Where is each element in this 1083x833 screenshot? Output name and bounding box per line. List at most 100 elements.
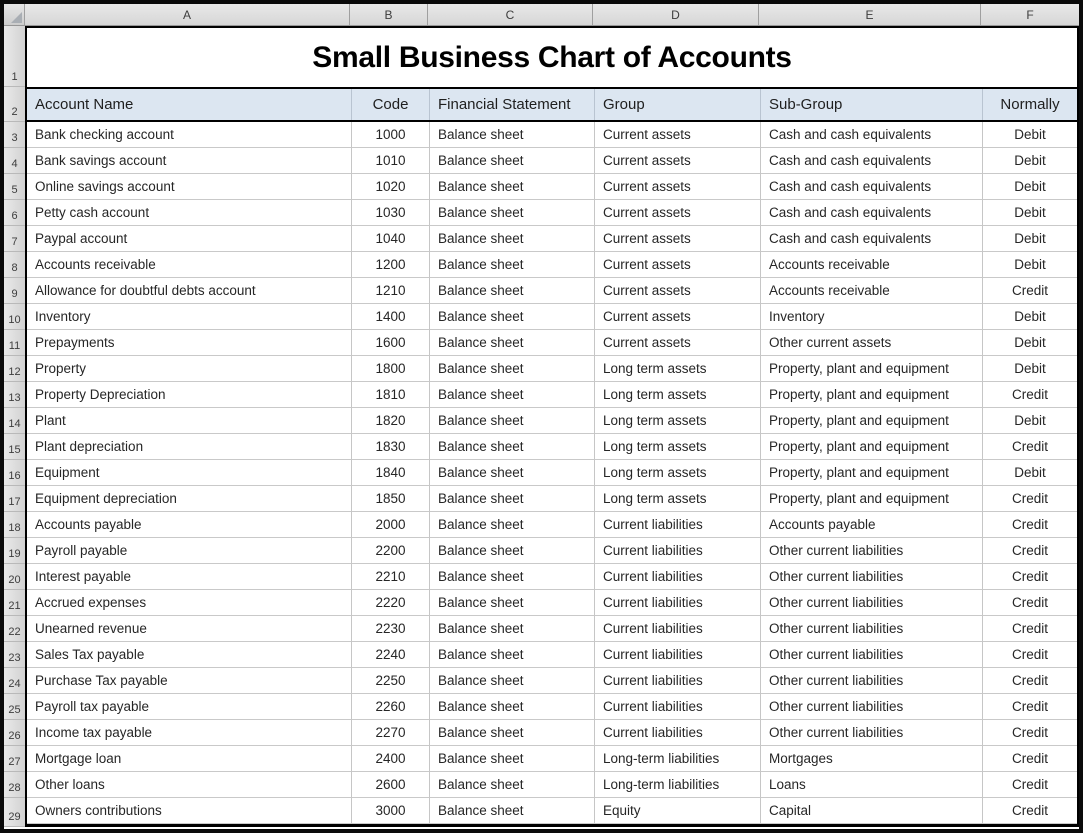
cell-sub-group[interactable]: Accounts payable — [761, 512, 983, 538]
cell-sub-group[interactable]: Other current liabilities — [761, 642, 983, 668]
cell-sub-group[interactable]: Capital — [761, 798, 983, 824]
header-cell-sub-group[interactable]: Sub-Group — [761, 89, 983, 120]
cell-group[interactable]: Current liabilities — [595, 642, 761, 668]
cell-group[interactable]: Current assets — [595, 122, 761, 148]
row-number[interactable]: 6 — [4, 200, 25, 226]
cell-group[interactable]: Current assets — [595, 252, 761, 278]
cell-code[interactable]: 1850 — [352, 486, 430, 512]
cell-normally[interactable]: Credit — [983, 278, 1077, 304]
cell-sub-group[interactable]: Accounts receivable — [761, 278, 983, 304]
cell-code[interactable]: 1840 — [352, 460, 430, 486]
cell-account-name[interactable]: Other loans — [27, 772, 352, 798]
cell-financial-statement[interactable]: Balance sheet — [430, 668, 595, 694]
cell-group[interactable]: Current liabilities — [595, 616, 761, 642]
header-cell-financial-statement[interactable]: Financial Statement — [430, 89, 595, 120]
row-number[interactable]: 14 — [4, 408, 25, 434]
cell-sub-group[interactable]: Accounts receivable — [761, 252, 983, 278]
row-number[interactable]: 28 — [4, 772, 25, 798]
cell-code[interactable]: 2260 — [352, 694, 430, 720]
cell-normally[interactable]: Credit — [983, 590, 1077, 616]
cell-code[interactable]: 1800 — [352, 356, 430, 382]
cell-normally[interactable]: Debit — [983, 174, 1077, 200]
cell-group[interactable]: Current assets — [595, 200, 761, 226]
cell-code[interactable]: 2000 — [352, 512, 430, 538]
cell-sub-group[interactable]: Other current liabilities — [761, 616, 983, 642]
cell-financial-statement[interactable]: Balance sheet — [430, 174, 595, 200]
cell-sub-group[interactable]: Mortgages — [761, 746, 983, 772]
cell-normally[interactable]: Debit — [983, 408, 1077, 434]
cell-financial-statement[interactable]: Balance sheet — [430, 382, 595, 408]
cell-sub-group[interactable]: Cash and cash equivalents — [761, 226, 983, 252]
cell-account-name[interactable]: Sales Tax payable — [27, 642, 352, 668]
cell-sub-group[interactable]: Loans — [761, 772, 983, 798]
cell-group[interactable]: Current assets — [595, 174, 761, 200]
row-number[interactable]: 24 — [4, 668, 25, 694]
cell-financial-statement[interactable]: Balance sheet — [430, 226, 595, 252]
cell-financial-statement[interactable]: Balance sheet — [430, 148, 595, 174]
cell-group[interactable]: Current liabilities — [595, 512, 761, 538]
row-number[interactable]: 21 — [4, 590, 25, 616]
cell-account-name[interactable]: Plant depreciation — [27, 434, 352, 460]
cell-financial-statement[interactable]: Balance sheet — [430, 408, 595, 434]
cell-financial-statement[interactable]: Balance sheet — [430, 486, 595, 512]
cell-normally[interactable]: Credit — [983, 772, 1077, 798]
cell-financial-statement[interactable]: Balance sheet — [430, 720, 595, 746]
cell-code[interactable]: 2600 — [352, 772, 430, 798]
cell-normally[interactable]: Debit — [983, 356, 1077, 382]
cell-normally[interactable]: Credit — [983, 616, 1077, 642]
cell-account-name[interactable]: Prepayments — [27, 330, 352, 356]
cell-normally[interactable]: Debit — [983, 252, 1077, 278]
cell-group[interactable]: Current liabilities — [595, 538, 761, 564]
cell-financial-statement[interactable]: Balance sheet — [430, 772, 595, 798]
cell-financial-statement[interactable]: Balance sheet — [430, 252, 595, 278]
row-number[interactable]: 10 — [4, 304, 25, 330]
cell-code[interactable]: 2250 — [352, 668, 430, 694]
cell-group[interactable]: Long term assets — [595, 434, 761, 460]
cell-sub-group[interactable]: Cash and cash equivalents — [761, 122, 983, 148]
cell-group[interactable]: Long term assets — [595, 486, 761, 512]
row-number[interactable]: 20 — [4, 564, 25, 590]
cell-group[interactable]: Long term assets — [595, 382, 761, 408]
cell-code[interactable]: 1040 — [352, 226, 430, 252]
cell-account-name[interactable]: Accounts receivable — [27, 252, 352, 278]
cell-group[interactable]: Long term assets — [595, 408, 761, 434]
cell-group[interactable]: Current assets — [595, 330, 761, 356]
cell-normally[interactable]: Credit — [983, 746, 1077, 772]
cell-sub-group[interactable]: Property, plant and equipment — [761, 486, 983, 512]
cell-account-name[interactable]: Payroll payable — [27, 538, 352, 564]
row-number[interactable]: 2 — [4, 87, 25, 122]
cell-account-name[interactable]: Paypal account — [27, 226, 352, 252]
cell-group[interactable]: Current liabilities — [595, 668, 761, 694]
cell-account-name[interactable]: Online savings account — [27, 174, 352, 200]
cell-account-name[interactable]: Inventory — [27, 304, 352, 330]
cell-group[interactable]: Long term assets — [595, 356, 761, 382]
cell-normally[interactable]: Credit — [983, 538, 1077, 564]
cell-code[interactable]: 1020 — [352, 174, 430, 200]
cell-financial-statement[interactable]: Balance sheet — [430, 304, 595, 330]
cell-normally[interactable]: Credit — [983, 798, 1077, 824]
cell-financial-statement[interactable]: Balance sheet — [430, 356, 595, 382]
cell-group[interactable]: Current assets — [595, 148, 761, 174]
cell-normally[interactable]: Credit — [983, 486, 1077, 512]
cell-group[interactable]: Current assets — [595, 304, 761, 330]
cell-account-name[interactable]: Bank checking account — [27, 122, 352, 148]
cell-account-name[interactable]: Property Depreciation — [27, 382, 352, 408]
row-number[interactable]: 5 — [4, 174, 25, 200]
header-cell-account-name[interactable]: Account Name — [27, 89, 352, 120]
column-header-e[interactable]: E — [759, 4, 981, 25]
row-number[interactable]: 25 — [4, 694, 25, 720]
cell-sub-group[interactable]: Other current liabilities — [761, 590, 983, 616]
row-number[interactable]: 19 — [4, 538, 25, 564]
column-header-b[interactable]: B — [350, 4, 428, 25]
cell-sub-group[interactable]: Property, plant and equipment — [761, 408, 983, 434]
cell-account-name[interactable]: Equipment — [27, 460, 352, 486]
cell-account-name[interactable]: Owners contributions — [27, 798, 352, 824]
header-cell-group[interactable]: Group — [595, 89, 761, 120]
cell-normally[interactable]: Debit — [983, 460, 1077, 486]
cell-group[interactable]: Current assets — [595, 226, 761, 252]
row-number[interactable]: 3 — [4, 122, 25, 148]
cell-sub-group[interactable]: Other current liabilities — [761, 694, 983, 720]
row-number[interactable]: 8 — [4, 252, 25, 278]
cell-code[interactable]: 1000 — [352, 122, 430, 148]
row-number[interactable]: 26 — [4, 720, 25, 746]
